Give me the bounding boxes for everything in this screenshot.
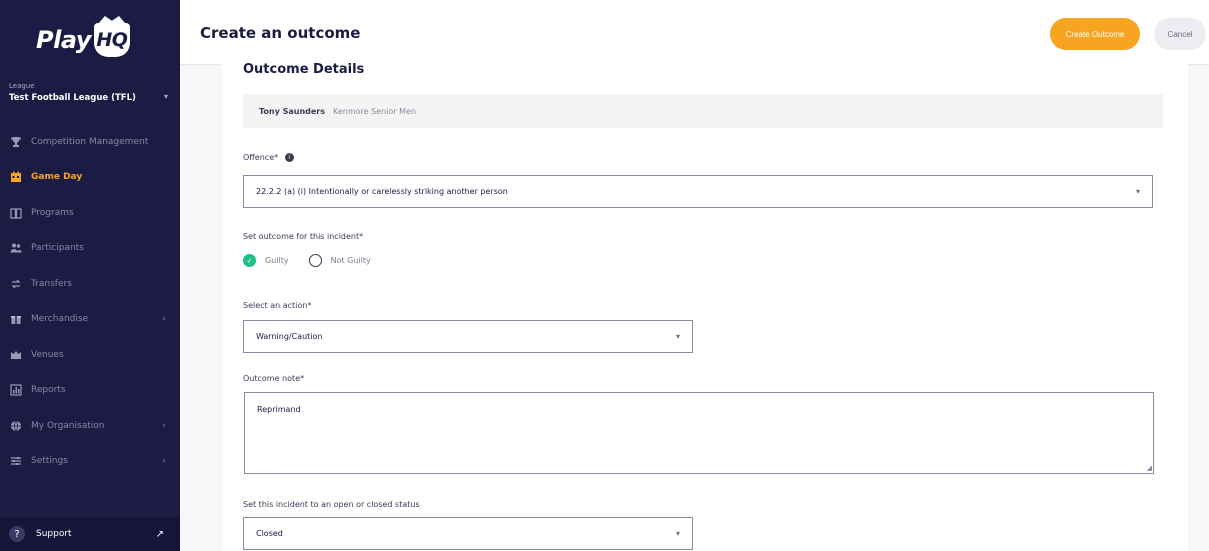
logo-text: Play xyxy=(36,26,91,54)
chevron-down-icon: ▾ xyxy=(675,529,680,538)
status-value: Closed xyxy=(256,529,283,538)
gift-icon xyxy=(9,312,23,326)
create-outcome-button[interactable]: Create Outcome xyxy=(1050,18,1140,50)
main-content: Outcome Details Tony Saunders Kenmore Se… xyxy=(180,56,1209,551)
participant-team: Kenmore Senior Men xyxy=(333,106,417,116)
book-icon xyxy=(9,206,23,220)
sidebar-item-label: Venues xyxy=(31,349,64,360)
playhq-logo[interactable]: Play HQ xyxy=(36,20,130,60)
sidebar-item-reports[interactable]: Reports xyxy=(0,373,180,409)
sidebar-item-programs[interactable]: Programs xyxy=(0,195,180,231)
external-link-icon: ↗ xyxy=(155,528,164,540)
participant-name: Tony Saunders xyxy=(259,106,325,116)
sidebar-item-label: Participants xyxy=(31,243,84,254)
section-title: Outcome Details xyxy=(243,62,365,77)
check-icon: ✓ xyxy=(243,254,256,267)
chevron-down-icon: ▾ xyxy=(163,92,168,101)
sidebar-item-label: Transfers xyxy=(31,278,72,289)
resize-grip-icon[interactable]: ◢ xyxy=(1147,464,1152,472)
radio-guilty[interactable]: ✓ Guilty xyxy=(243,254,289,267)
status-select[interactable]: Closed ▾ xyxy=(243,517,693,550)
status-label: Set this incident to an open or closed s… xyxy=(243,500,420,509)
venue-icon xyxy=(9,348,23,362)
organisation-name: Test Football League (TFL) xyxy=(9,93,136,103)
sidebar-item-label: Programs xyxy=(31,207,74,218)
chevron-down-icon: ▾ xyxy=(675,332,680,341)
chart-icon xyxy=(9,383,23,397)
offence-value: 22.2.2 (a) (i) Intentionally or careless… xyxy=(256,187,508,196)
sidebar-nav: Competition Management Game Day Programs… xyxy=(0,124,180,479)
support-link[interactable]: ? Support ↗ xyxy=(0,517,180,551)
sidebar: Play HQ League Test Football League (TFL… xyxy=(0,0,180,551)
sidebar-item-venues[interactable]: Venues xyxy=(0,337,180,373)
sidebar-item-label: Competition Management xyxy=(31,136,149,147)
sidebar-item-label: Reports xyxy=(31,385,66,396)
sidebar-item-transfers[interactable]: Transfers xyxy=(0,266,180,302)
trophy-icon xyxy=(9,135,23,149)
sidebar-item-label: Game Day xyxy=(31,172,83,183)
cancel-button[interactable]: Cancel xyxy=(1154,18,1206,50)
chevron-right-icon: › xyxy=(162,456,166,467)
people-icon xyxy=(9,241,23,255)
calendar-icon xyxy=(9,170,23,184)
help-icon: ? xyxy=(9,526,25,542)
radio-circle-icon xyxy=(308,254,322,267)
info-icon[interactable]: i xyxy=(284,153,294,162)
organisation-caption: League xyxy=(9,82,35,90)
outcome-form-card: Outcome Details Tony Saunders Kenmore Se… xyxy=(222,56,1188,551)
radio-not-guilty[interactable]: Not Guilty xyxy=(308,254,371,267)
note-value: Reprimand xyxy=(257,405,301,414)
sidebar-item-my-organisation[interactable]: My Organisation › xyxy=(0,408,180,444)
chevron-down-icon: ▾ xyxy=(1135,187,1140,196)
offence-select[interactable]: 22.2.2 (a) (i) Intentionally or careless… xyxy=(243,175,1153,208)
offence-label-row: Offence* i xyxy=(243,153,294,162)
sidebar-item-settings[interactable]: Settings › xyxy=(0,444,180,480)
organisation-switcher[interactable]: League Test Football League (TFL) ▾ xyxy=(0,80,180,116)
offence-label: Offence* xyxy=(243,153,279,162)
globe-icon xyxy=(9,419,23,433)
sidebar-item-game-day[interactable]: Game Day xyxy=(0,160,180,196)
page-title: Create an outcome xyxy=(200,24,361,42)
radio-label: Guilty xyxy=(265,256,289,265)
sidebar-item-label: My Organisation xyxy=(31,420,105,431)
sliders-icon xyxy=(9,454,23,468)
outcome-label: Set outcome for this incident* xyxy=(243,232,364,241)
sidebar-item-merchandise[interactable]: Merchandise › xyxy=(0,302,180,338)
sidebar-item-label: Merchandise xyxy=(31,314,89,325)
action-select[interactable]: Warning/Caution ▾ xyxy=(243,320,693,353)
action-value: Warning/Caution xyxy=(256,332,323,341)
outcome-radio-group: ✓ Guilty Not Guilty xyxy=(243,254,391,267)
radio-label: Not Guilty xyxy=(330,256,371,265)
logo-badge: HQ xyxy=(93,23,130,57)
sidebar-item-label: Settings xyxy=(31,456,68,467)
note-label: Outcome note* xyxy=(243,374,305,383)
sidebar-item-competition-management[interactable]: Competition Management xyxy=(0,124,180,160)
action-label: Select an action* xyxy=(243,301,312,310)
sidebar-item-participants[interactable]: Participants xyxy=(0,231,180,267)
chevron-right-icon: › xyxy=(162,420,166,431)
transfer-icon xyxy=(9,277,23,291)
support-label: Support xyxy=(36,529,72,539)
participant-summary: Tony Saunders Kenmore Senior Men xyxy=(243,94,1163,128)
outcome-note-textarea[interactable]: Reprimand ◢ xyxy=(244,392,1154,474)
chevron-right-icon: › xyxy=(162,314,166,325)
